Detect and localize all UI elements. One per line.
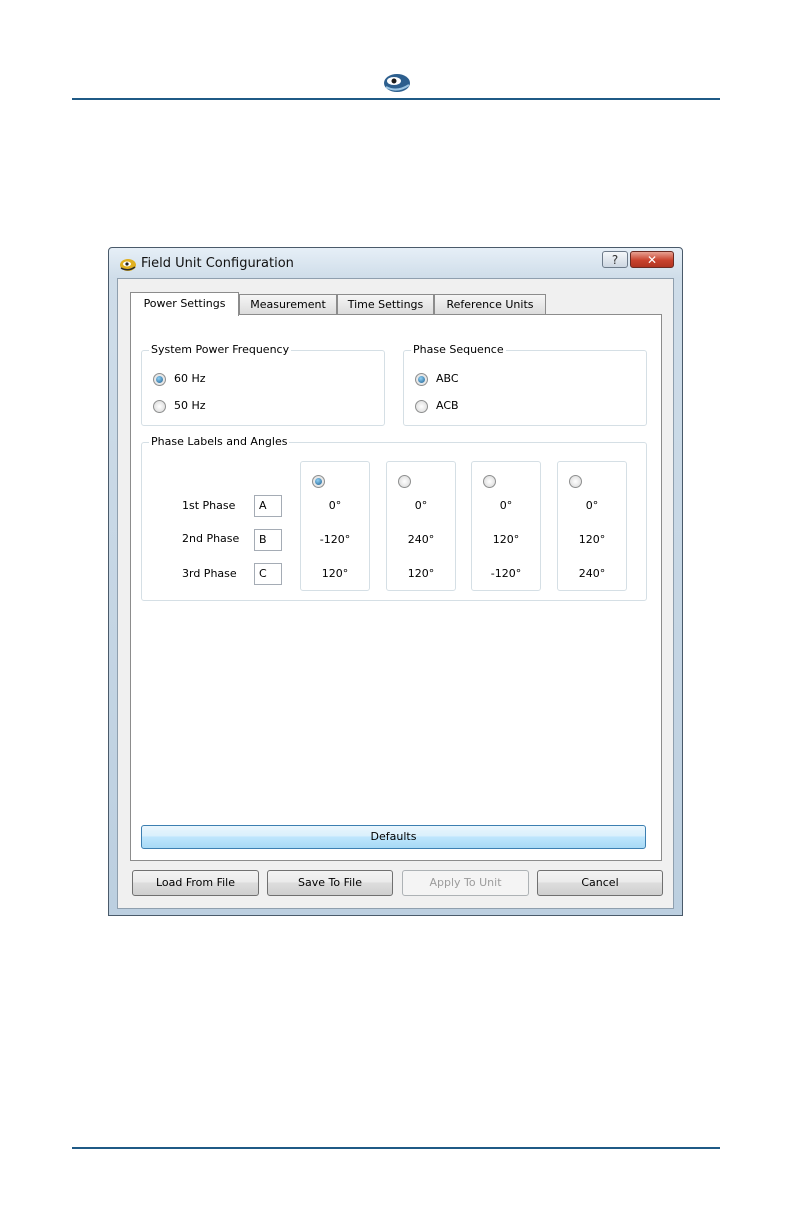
angle-set-2[interactable]: 0° 240° 120°	[386, 461, 456, 591]
group-label: Phase Sequence	[411, 343, 506, 356]
first-phase-input[interactable]: A	[254, 495, 282, 517]
group-label: Phase Labels and Angles	[149, 435, 290, 448]
angle-value: 120°	[492, 533, 520, 546]
angle-value: 240°	[407, 533, 435, 546]
angle-set-4[interactable]: 0° 120° 240°	[557, 461, 627, 591]
second-phase-input[interactable]: B	[254, 529, 282, 551]
angle-value: -120°	[490, 567, 522, 580]
defaults-button[interactable]: Defaults	[141, 825, 646, 849]
tab-measurement[interactable]: Measurement	[239, 294, 337, 314]
phase-label: 1st Phase	[182, 499, 236, 512]
load-from-file-button[interactable]: Load From File	[132, 870, 259, 896]
angle-set-radio[interactable]	[483, 475, 496, 488]
tab-reference-units[interactable]: Reference Units	[434, 294, 546, 314]
angle-value: 0°	[414, 499, 428, 512]
phase-label: 2nd Phase	[182, 532, 240, 545]
angle-value: 240°	[578, 567, 606, 580]
window-title: Field Unit Configuration	[141, 256, 294, 271]
help-button[interactable]: ?	[602, 251, 628, 268]
footer-rule	[72, 1147, 720, 1149]
system-power-frequency-group: System Power Frequency 60 Hz 50 Hz	[141, 343, 385, 426]
radio-60hz[interactable]	[153, 373, 166, 386]
company-logo-icon	[384, 74, 410, 92]
angle-value: 0°	[328, 499, 342, 512]
radio-label: ACB	[436, 399, 459, 412]
angle-set-radio[interactable]	[312, 475, 325, 488]
angle-value: -120°	[319, 533, 351, 546]
tab-power-settings[interactable]: Power Settings	[130, 292, 239, 316]
angle-set-3[interactable]: 0° 120° -120°	[471, 461, 541, 591]
radio-label: 60 Hz	[174, 372, 206, 385]
field-unit-configuration-dialog: Field Unit Configuration ? ✕ Power Setti…	[108, 247, 683, 916]
radio-label: 50 Hz	[174, 399, 206, 412]
angle-value: 120°	[578, 533, 606, 546]
apply-to-unit-button: Apply To Unit	[402, 870, 529, 896]
angle-value: 120°	[321, 567, 349, 580]
radio-abc[interactable]	[415, 373, 428, 386]
radio-label: ABC	[436, 372, 459, 385]
dialog-client-area: Power Settings Measurement Time Settings…	[117, 278, 674, 909]
angle-value: 0°	[499, 499, 513, 512]
phase-label: 3rd Phase	[182, 567, 237, 580]
app-icon	[120, 259, 136, 271]
group-label: System Power Frequency	[149, 343, 292, 356]
save-to-file-button[interactable]: Save To File	[267, 870, 393, 896]
angle-value: 120°	[407, 567, 435, 580]
close-button[interactable]: ✕	[630, 251, 674, 268]
radio-50hz[interactable]	[153, 400, 166, 413]
angle-value: 0°	[585, 499, 599, 512]
angle-set-radio[interactable]	[398, 475, 411, 488]
angle-set-radio[interactable]	[569, 475, 582, 488]
title-bar[interactable]: Field Unit Configuration ? ✕	[109, 248, 682, 278]
radio-acb[interactable]	[415, 400, 428, 413]
third-phase-input[interactable]: C	[254, 563, 282, 585]
tab-time-settings[interactable]: Time Settings	[337, 294, 434, 314]
phase-sequence-group: Phase Sequence ABC ACB	[403, 343, 647, 426]
phase-labels-angles-group: Phase Labels and Angles 1st Phase A 2nd …	[141, 435, 647, 601]
power-settings-panel: System Power Frequency 60 Hz 50 Hz Phase…	[130, 314, 662, 861]
angle-set-1[interactable]: 0° -120° 120°	[300, 461, 370, 591]
header-rule	[72, 98, 720, 100]
cancel-button[interactable]: Cancel	[537, 870, 663, 896]
